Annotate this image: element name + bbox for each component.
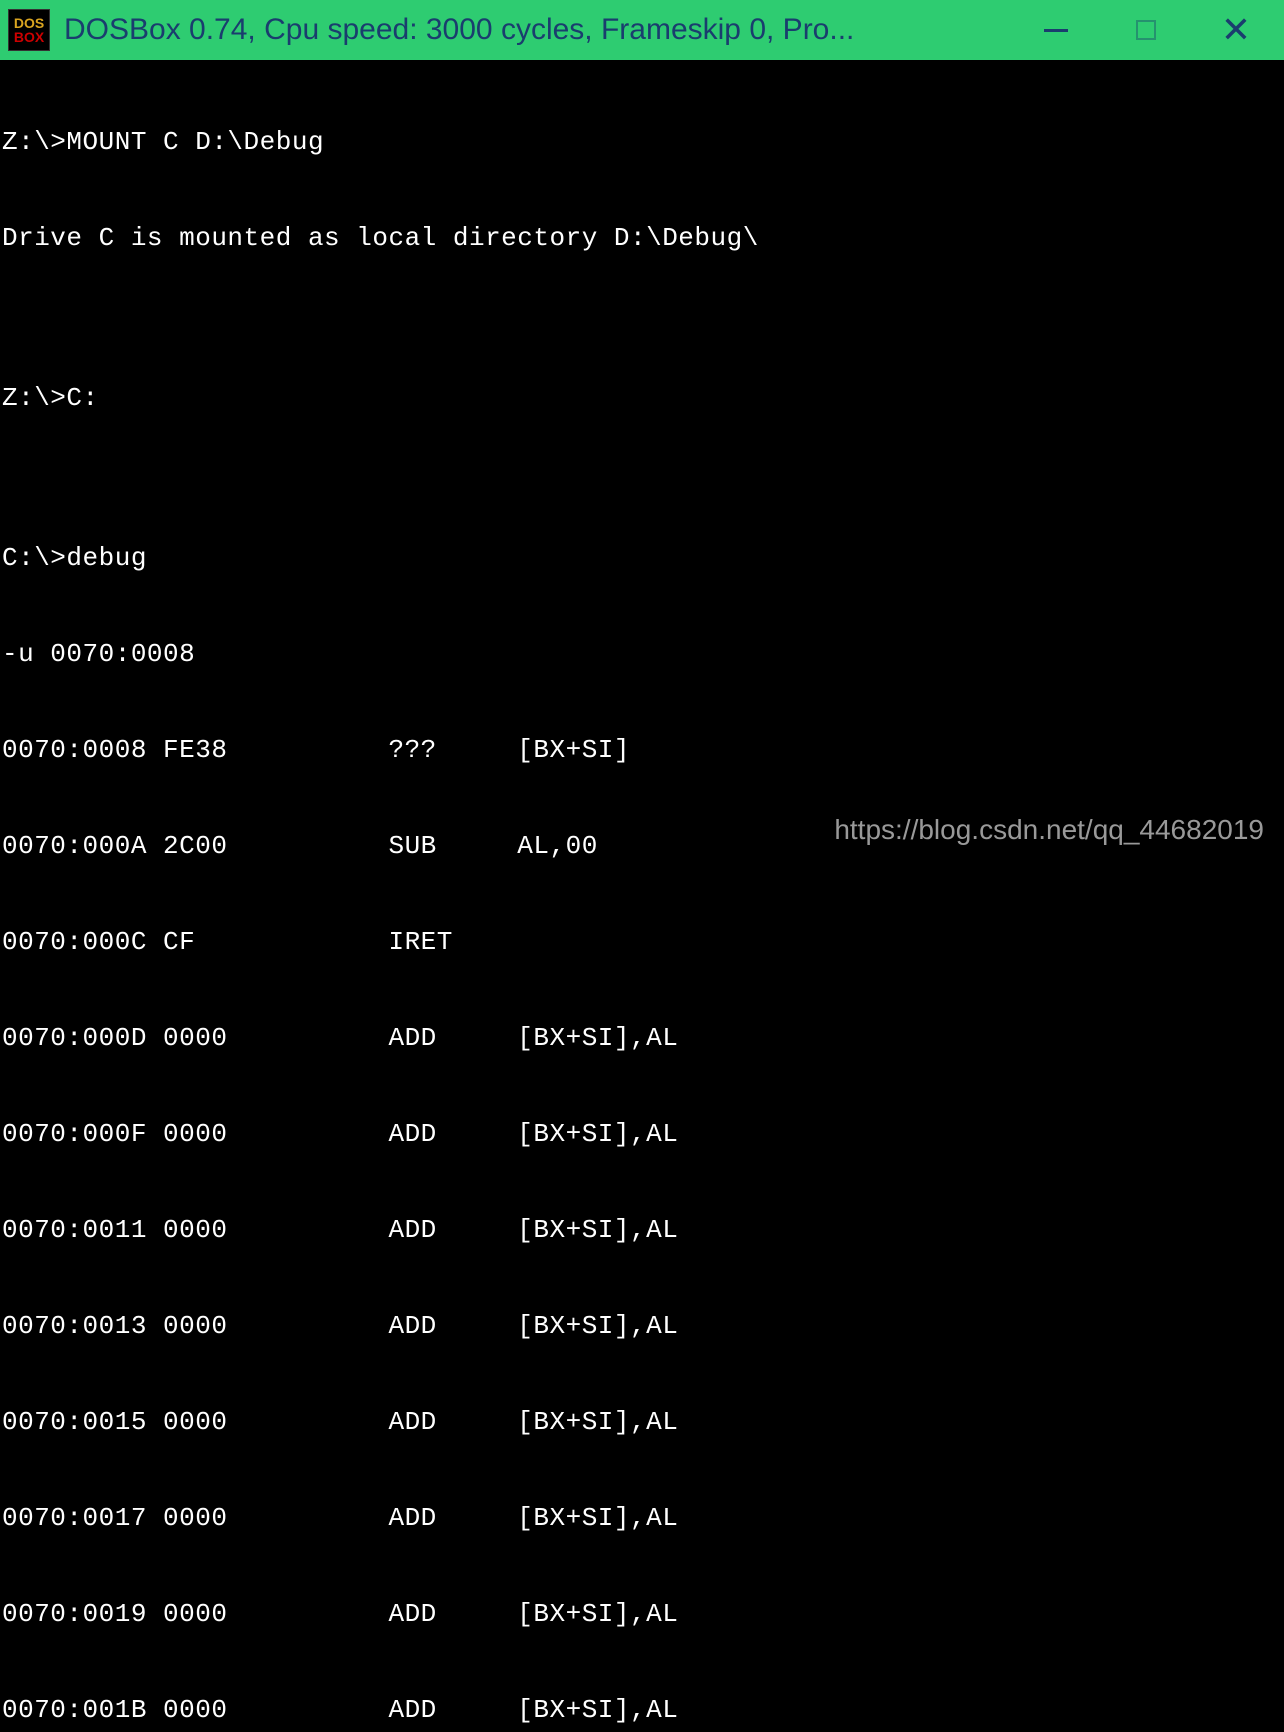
maximize-button[interactable] bbox=[1126, 10, 1166, 50]
terminal-line: 0070:000C CF IRET bbox=[2, 926, 1282, 958]
terminal-line: Z:\>MOUNT C D:\Debug bbox=[2, 126, 1282, 158]
terminal-line: 0070:0011 0000 ADD [BX+SI],AL bbox=[2, 1214, 1282, 1246]
minimize-icon bbox=[1044, 29, 1068, 32]
terminal-line: Z:\>C: bbox=[2, 382, 1282, 414]
window-title: DOSBox 0.74, Cpu speed: 3000 cycles, Fra… bbox=[64, 13, 1036, 47]
close-icon: ✕ bbox=[1221, 12, 1251, 48]
app-icon-text-2: BOX bbox=[14, 30, 44, 44]
maximize-icon bbox=[1136, 20, 1156, 40]
terminal-line: 0070:0015 0000 ADD [BX+SI],AL bbox=[2, 1406, 1282, 1438]
terminal-line: C:\>debug bbox=[2, 542, 1282, 574]
app-icon-text-1: DOS bbox=[14, 16, 44, 30]
minimize-button[interactable] bbox=[1036, 10, 1076, 50]
terminal-line: 0070:0008 FE38 ??? [BX+SI] bbox=[2, 734, 1282, 766]
titlebar[interactable]: DOS BOX DOSBox 0.74, Cpu speed: 3000 cyc… bbox=[0, 0, 1284, 60]
close-button[interactable]: ✕ bbox=[1216, 10, 1256, 50]
terminal-line: 0070:000D 0000 ADD [BX+SI],AL bbox=[2, 1022, 1282, 1054]
watermark-text: https://blog.csdn.net/qq_44682019 bbox=[834, 814, 1264, 846]
terminal-line: 0070:001B 0000 ADD [BX+SI],AL bbox=[2, 1694, 1282, 1726]
terminal-output[interactable]: Z:\>MOUNT C D:\Debug Drive C is mounted … bbox=[0, 60, 1284, 866]
window-controls: ✕ bbox=[1036, 10, 1256, 50]
terminal-line: -u 0070:0008 bbox=[2, 638, 1282, 670]
app-icon: DOS BOX bbox=[8, 9, 50, 51]
terminal-line: 0070:0013 0000 ADD [BX+SI],AL bbox=[2, 1310, 1282, 1342]
terminal-line: Drive C is mounted as local directory D:… bbox=[2, 222, 1282, 254]
terminal-line: 0070:0017 0000 ADD [BX+SI],AL bbox=[2, 1502, 1282, 1534]
terminal-line: 0070:0019 0000 ADD [BX+SI],AL bbox=[2, 1598, 1282, 1630]
terminal-line: 0070:000F 0000 ADD [BX+SI],AL bbox=[2, 1118, 1282, 1150]
